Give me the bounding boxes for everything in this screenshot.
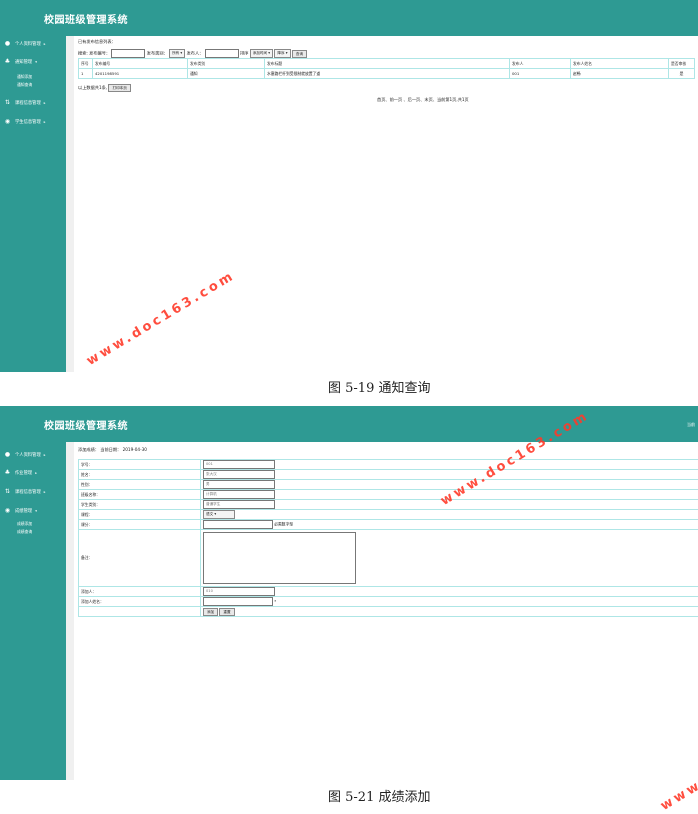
pager[interactable]: 首页、前一页 、后一页、末页、当前第1页,共1页	[377, 97, 469, 103]
col-header: 发布类别	[188, 59, 265, 69]
book-icon: ⇅	[4, 488, 11, 495]
add-button[interactable]: 添加	[203, 608, 218, 616]
cell: 水塞路栏杆到受限制就放置了道	[265, 69, 510, 79]
sub-item-grade-add[interactable]: 成绩添加	[17, 521, 32, 527]
reset-button[interactable]: 重置	[219, 608, 234, 616]
chevron-icon: ▸	[44, 490, 46, 494]
sub-item-notice-add[interactable]: 通知添加	[17, 74, 32, 80]
app-title: 校园班级管理系统	[44, 417, 128, 432]
chevron-icon: ▸	[44, 101, 46, 105]
form-row-course: 课程： 语文 ▾	[79, 510, 698, 520]
sort-field-select[interactable]: 添加时间 ▾	[250, 49, 273, 58]
form-row-score: 课分： 必需数字型	[79, 520, 698, 530]
adder-name-field[interactable]	[203, 597, 273, 606]
top-right-text: 当前	[687, 422, 695, 428]
notice-table: 序号 发布编号 发布类别 发布标题 发布人 发布人姓名 是否审核 1 42011…	[78, 58, 695, 79]
col-header: 发布人姓名	[571, 59, 669, 69]
book-icon: ⇅	[4, 99, 11, 106]
sub-item-grade-query[interactable]: 成绩查询	[17, 529, 32, 535]
class-name-field[interactable]: 计算机	[203, 490, 275, 499]
app-title: 校园班级管理系统	[44, 11, 128, 26]
cell: 1	[79, 69, 93, 79]
score-input[interactable]	[203, 520, 273, 529]
top-bar: 校园班级管理系统 当前	[0, 406, 698, 442]
count-line: 以上数据共1条, 打印本页	[78, 84, 131, 92]
chevron-icon: ▾	[35, 60, 37, 64]
chevron-icon: ▸	[44, 453, 46, 457]
course-select[interactable]: 语文 ▾	[203, 510, 235, 519]
col-header: 序号	[79, 59, 93, 69]
list-title: 已有发布信息列表：	[78, 39, 116, 45]
student-id-field[interactable]: 001	[203, 460, 275, 469]
form-row-student-id: 学号： 001	[79, 460, 698, 470]
users-icon: ♣	[4, 469, 11, 476]
main-content: 添加成绩： 当前日期： 2019-04-30 学号： 001 姓名： 张大汉 性…	[75, 442, 698, 780]
sub-item-notice-query[interactable]: 通知查询	[17, 82, 32, 88]
sort-order-select[interactable]: 降序 ▾	[274, 49, 290, 58]
screenshot-notice-query: 校园班级管理系统 ●个人资料管理▸ ♣通知管理▾ 通知添加 通知查询 ⇅课程信息…	[0, 0, 698, 372]
required-mark: *	[274, 599, 276, 604]
sidebar-item-homework[interactable]: ♣作业管理▸	[4, 469, 37, 476]
form-row-class: 班级名称： 计算机	[79, 490, 698, 500]
form-row-remark: 备注：	[79, 530, 698, 587]
cell: 赵畅	[571, 69, 669, 79]
sidebar-item-course[interactable]: ⇅课程信息管理▸	[4, 99, 46, 106]
query-button[interactable]: 查询	[292, 50, 307, 58]
col-header: 发布标题	[265, 59, 510, 69]
search-bar: 搜索: 发布编号： 发布类别： 所有 ▾ 发布人： 排序 添加时间 ▾ 降序 ▾…	[78, 49, 307, 58]
table-header-row: 序号 发布编号 发布类别 发布标题 发布人 发布人姓名 是否审核	[79, 59, 695, 69]
type-select[interactable]: 所有 ▾	[169, 49, 185, 58]
adder-field[interactable]: 010	[203, 587, 275, 596]
sidebar-item-notice[interactable]: ♣通知管理▾	[4, 58, 37, 65]
caption-figure-5-19: 图 5-19 通知查询	[328, 377, 430, 396]
gender-field[interactable]: 男	[203, 480, 275, 489]
form-row-gender: 性别： 男	[79, 480, 698, 490]
cell: 001	[510, 69, 571, 79]
chevron-icon: ▸	[35, 471, 37, 475]
student-type-field[interactable]: 普通学生	[203, 500, 275, 509]
user-icon: ●	[4, 451, 11, 458]
form-row-adder: 添加人： 010	[79, 587, 698, 597]
cell: 通知	[188, 69, 265, 79]
caption-figure-5-21: 图 5-21 成绩添加	[328, 786, 430, 805]
name-field[interactable]: 张大汉	[203, 470, 275, 479]
sidebar-item-profile[interactable]: ●个人资料管理▸	[4, 40, 46, 47]
sidebar: ●个人资料管理▸ ♣作业管理▸ ⇅课程信息管理▸ ◉成绩管理▾ 成绩添加 成绩查…	[0, 442, 66, 780]
chevron-icon: ▸	[44, 120, 46, 124]
print-button[interactable]: 打印本页	[108, 84, 130, 92]
remark-textarea[interactable]	[203, 532, 356, 584]
chevron-icon: ▸	[44, 42, 46, 46]
form-row-student-type: 学生类别： 普通学生	[79, 500, 698, 510]
score-hint: 必需数字型	[274, 522, 293, 527]
col-header: 是否审核	[669, 59, 695, 69]
top-bar: 校园班级管理系统	[0, 0, 698, 36]
form-row-adder-name: 添加人姓名： *	[79, 597, 698, 607]
code-input[interactable]	[111, 49, 145, 58]
gutter	[66, 442, 74, 780]
cell: 4201198591	[93, 69, 188, 79]
grade-form: 学号： 001 姓名： 张大汉 性别： 男 班级名称： 计算机 学生类别： 普通…	[78, 459, 698, 617]
sidebar-item-profile[interactable]: ●个人资料管理▸	[4, 451, 46, 458]
form-row-name: 姓名： 张大汉	[79, 470, 698, 480]
screenshot-grade-add: 校园班级管理系统 当前 ●个人资料管理▸ ♣作业管理▸ ⇅课程信息管理▸ ◉成绩…	[0, 406, 698, 780]
chevron-icon: ▾	[35, 509, 37, 513]
sidebar: ●个人资料管理▸ ♣通知管理▾ 通知添加 通知查询 ⇅课程信息管理▸ ◉学生信息…	[0, 36, 66, 372]
gutter	[66, 36, 74, 372]
user-icon: ●	[4, 40, 11, 47]
sidebar-item-student[interactable]: ◉学生信息管理▸	[4, 118, 46, 125]
student-icon: ◉	[4, 118, 11, 125]
users-icon: ♣	[4, 58, 11, 65]
form-header: 添加成绩： 当前日期： 2019-04-30	[78, 447, 147, 453]
cell: 是	[669, 69, 695, 79]
form-row-actions: 添加 重置	[79, 607, 698, 617]
col-header: 发布人	[510, 59, 571, 69]
sidebar-item-course[interactable]: ⇅课程信息管理▸	[4, 488, 46, 495]
publisher-input[interactable]	[205, 49, 239, 58]
sidebar-item-grade[interactable]: ◉成绩管理▾	[4, 507, 37, 514]
grade-icon: ◉	[4, 507, 11, 514]
col-header: 发布编号	[93, 59, 188, 69]
table-row[interactable]: 1 4201198591 通知 水塞路栏杆到受限制就放置了道 001 赵畅 是	[79, 69, 695, 79]
